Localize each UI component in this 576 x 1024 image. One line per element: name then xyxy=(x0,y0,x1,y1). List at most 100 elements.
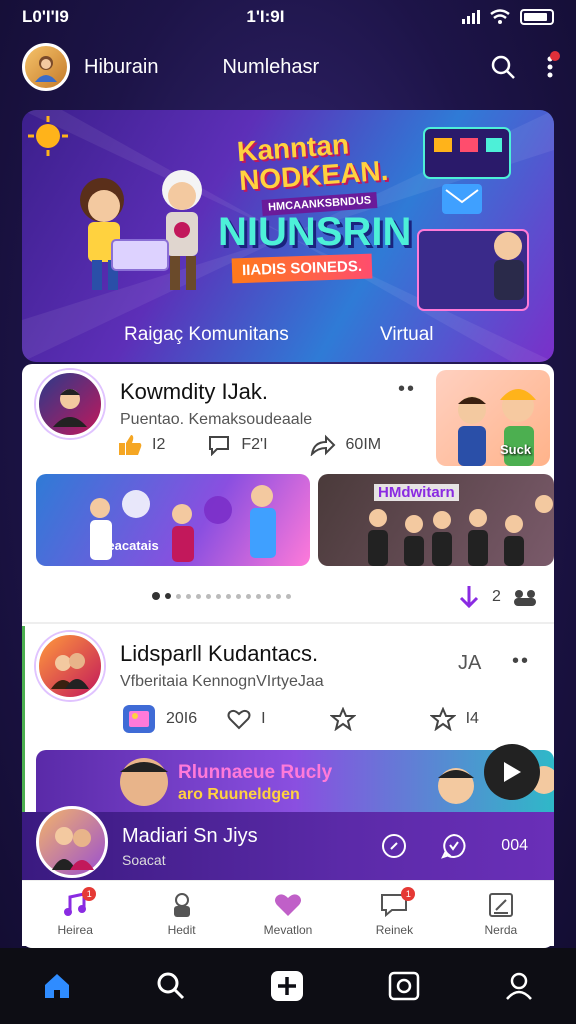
post-author[interactable]: Kowmdity IJak. xyxy=(120,379,312,405)
banner-ribbon: IIADIS SOINEDS. xyxy=(231,253,373,284)
search-icon[interactable] xyxy=(490,54,516,80)
search-icon[interactable] xyxy=(381,833,407,859)
image-1-art xyxy=(90,485,276,562)
media-button[interactable]: 20I6 xyxy=(122,704,197,734)
tab-badge: 1 xyxy=(401,886,416,901)
post-avatar[interactable] xyxy=(36,370,104,438)
post-description: Vfberitaia KennognVIrtyeJaa xyxy=(120,673,324,690)
post-side-label: JA xyxy=(458,652,482,674)
tab-header[interactable]: Numlehasr xyxy=(222,56,319,79)
post-side-image[interactable]: Suck xyxy=(436,370,550,466)
star-icon xyxy=(429,707,456,731)
home-icon[interactable] xyxy=(42,972,72,1000)
tab-label: Reinek xyxy=(375,922,414,937)
post-description: Puentao. Kemaksoudeaale xyxy=(120,411,313,428)
camera-icon[interactable] xyxy=(388,971,420,1001)
reaction-actions: 2 xyxy=(458,584,537,610)
comment-count: F2'I xyxy=(241,436,268,453)
top-bar: Hiburain Numlehasr xyxy=(0,34,576,100)
banner-caption-right: Virtual xyxy=(380,324,434,345)
chat-icon[interactable] xyxy=(441,833,467,859)
share-icon xyxy=(310,434,335,456)
tab-favorites[interactable]: Mevatlon xyxy=(235,881,341,946)
play-button[interactable] xyxy=(484,744,540,800)
status-time-left: L0'I'I9 xyxy=(22,7,69,26)
heart-icon xyxy=(227,709,251,730)
image-1-label: Aeacatais xyxy=(98,538,159,553)
kids-illustration xyxy=(80,170,202,290)
signal-icon xyxy=(461,10,480,24)
post-avatar[interactable] xyxy=(36,632,104,700)
video-card[interactable]: Rlunnaeue Rucly aro Ruuneldgen xyxy=(36,750,554,816)
star-icon[interactable] xyxy=(329,707,356,731)
like-button[interactable]: I xyxy=(227,708,266,730)
hero-banner[interactable]: Kanntan NODKEAN. HMCAANKSBNDUS NIUNSRIN … xyxy=(22,110,554,362)
tab-bar: 1 Heirea Hedit Mevatlon 1 Reinek Nerda xyxy=(22,880,554,946)
image-2-label: HMdwitarn xyxy=(374,484,459,501)
app-name: Hiburain xyxy=(84,55,159,78)
post-actions: 20I6 I I4 xyxy=(122,704,479,734)
profile-avatar[interactable] xyxy=(22,43,70,91)
post-image-1[interactable]: Aeacatais xyxy=(36,474,310,566)
battery-icon xyxy=(519,9,554,25)
tab-label: Mevatlon xyxy=(263,922,313,937)
search-icon[interactable] xyxy=(156,971,186,1001)
media-count: 20I6 xyxy=(166,710,198,727)
screens-illustration xyxy=(417,127,529,311)
side-image-art xyxy=(458,389,536,466)
comment-button[interactable]: F2'I xyxy=(207,434,268,456)
tab-notes[interactable]: Nerda xyxy=(448,881,554,946)
like-button[interactable]: I2 xyxy=(118,434,165,456)
profile-icon[interactable] xyxy=(504,971,534,1001)
lock-user-icon xyxy=(173,892,190,917)
wifi-icon xyxy=(490,9,510,24)
arrow-down-icon[interactable] xyxy=(458,584,480,610)
post-divider xyxy=(22,622,554,624)
mini-player-subtitle: Soacat xyxy=(122,851,166,868)
tab-badge: 1 xyxy=(82,886,97,901)
tab-home[interactable]: 1 Heirea xyxy=(22,881,128,946)
banner-big-title: NIUNSRIN xyxy=(218,210,412,254)
more-menu-icon[interactable] xyxy=(546,51,560,79)
banner-title: Kanntan NODKEAN. xyxy=(236,127,389,196)
post-author[interactable]: Lidsparll Kudantacs. xyxy=(120,641,324,667)
sun-icon xyxy=(28,116,68,156)
post-header: Kowmdity IJak. Puentao. Kemaksoudeaale xyxy=(36,370,312,438)
banner-caption-left: Raigaç Komunitans xyxy=(124,324,289,345)
mini-player-avatar[interactable] xyxy=(36,806,108,878)
share-count: 60IM xyxy=(345,436,382,453)
tab-lock[interactable]: Hedit xyxy=(128,881,234,946)
post-more-icon[interactable]: •• xyxy=(398,378,416,401)
mini-player-count: 004 xyxy=(501,837,528,854)
add-icon[interactable] xyxy=(270,970,304,1002)
gallery-icon xyxy=(123,705,155,733)
reaction-count: 2 xyxy=(492,588,501,605)
tab-label: Nerda xyxy=(484,922,518,937)
tab-messages[interactable]: 1 Reinek xyxy=(341,881,447,946)
status-time-center: 1'I:9I xyxy=(246,7,285,26)
mini-player-title: Madiari Sn Jiys xyxy=(122,824,258,847)
post-header: Lidsparll Kudantacs. Vfberitaia KennognV… xyxy=(36,632,324,700)
status-icons xyxy=(461,9,554,25)
video-subtitle: aro Ruuneldgen xyxy=(178,786,300,803)
like-count: I2 xyxy=(152,436,166,453)
comment-icon xyxy=(209,436,230,456)
post-image-2[interactable]: HMdwitarn xyxy=(318,474,554,566)
mini-player[interactable]: Madiari Sn Jiys Soacat 004 xyxy=(22,806,554,880)
like-count: I xyxy=(261,710,266,727)
post-actions: I2 F2'I 60IM xyxy=(118,434,381,456)
tab-label: Heirea xyxy=(57,922,93,937)
carousel-pager[interactable] xyxy=(152,592,291,600)
post-accent-line xyxy=(22,626,25,816)
share-button[interactable]: 60IM xyxy=(310,434,382,456)
group-icon xyxy=(513,590,536,606)
notification-dot xyxy=(550,51,560,61)
favorite-button[interactable]: I4 xyxy=(429,707,479,731)
tab-label: Hedit xyxy=(167,922,196,937)
post-more-icon[interactable]: •• xyxy=(512,650,530,673)
star-count: I4 xyxy=(465,710,479,727)
thumbs-up-icon xyxy=(119,435,142,455)
play-icon xyxy=(504,762,521,782)
side-image-label: Suck xyxy=(500,442,532,457)
video-title: Rlunnaeue Rucly xyxy=(178,762,333,783)
